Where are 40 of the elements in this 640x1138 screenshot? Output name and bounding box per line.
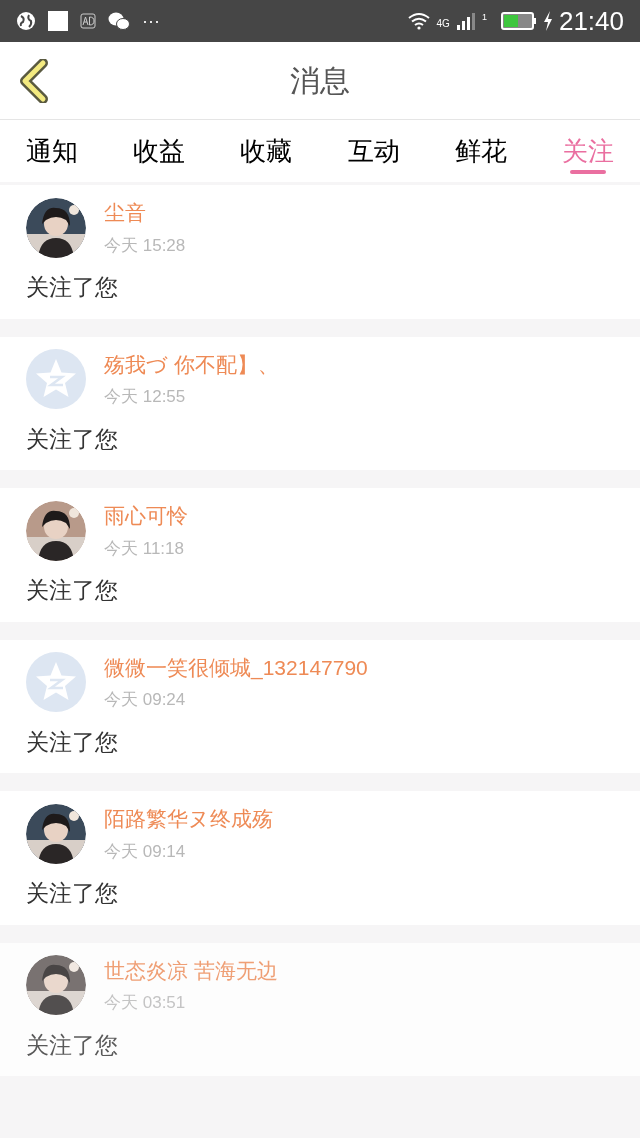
message-card[interactable]: 微微一笑很倾城_132147790 今天 09:24 关注了您 (0, 639, 640, 773)
message-text: 关注了您 (26, 576, 119, 605)
message-text: 关注了您 (26, 424, 119, 454)
message-time: 今天 03:51 (104, 992, 187, 1014)
message-card[interactable]: 殇我づ 你不配】、 今天 12:55 关注了您 (0, 336, 640, 470)
default-avatar-icon (26, 349, 86, 409)
globe-icon (16, 11, 36, 31)
message-text: 关注了您 (26, 879, 119, 908)
signal-icon (455, 12, 476, 30)
clock: 21:40 (558, 8, 624, 34)
message-card[interactable]: 陌路繁华ヌ终成殇 今天 09:14 关注了您 (0, 791, 640, 925)
more-indicator: ··· (142, 12, 160, 30)
message-time: 今天 09:14 (104, 840, 187, 863)
page-title: 消息 (290, 63, 350, 99)
message-text: 关注了您 (26, 273, 119, 302)
tab[interactable]: 收益 (133, 120, 186, 182)
tab[interactable]: 互动 (347, 120, 400, 182)
chat-icon (108, 11, 130, 31)
message-time: 今天 11:18 (104, 537, 185, 560)
battery-icon (500, 12, 537, 30)
charging-icon (542, 11, 553, 31)
default-avatar-icon (26, 652, 86, 712)
message-text: 关注了您 (26, 727, 119, 757)
network-type: 4G (436, 17, 450, 31)
tab[interactable]: 收藏 (240, 120, 293, 182)
ad-icon (80, 13, 96, 29)
tab-indicator (569, 170, 606, 174)
back-icon (19, 58, 49, 103)
message-time: 今天 09:24 (104, 689, 187, 711)
message-time: 今天 15:28 (104, 234, 186, 257)
message-card[interactable]: 世态炎凉 苦海无边 今天 03:51 关注了您 (0, 942, 640, 1076)
square-icon (48, 11, 68, 31)
message-card[interactable]: 尘音 今天 15:28 关注了您 (0, 185, 640, 319)
tab[interactable]: 通知 (26, 120, 78, 182)
message-card[interactable]: 雨心可怜 今天 11:18 关注了您 (0, 488, 640, 622)
sim-number: 1 (481, 10, 487, 24)
wifi-icon (406, 12, 431, 30)
message-time: 今天 12:55 (104, 386, 187, 408)
tab[interactable]: 鲜花 (454, 120, 507, 182)
message-text: 关注了您 (26, 1030, 119, 1060)
